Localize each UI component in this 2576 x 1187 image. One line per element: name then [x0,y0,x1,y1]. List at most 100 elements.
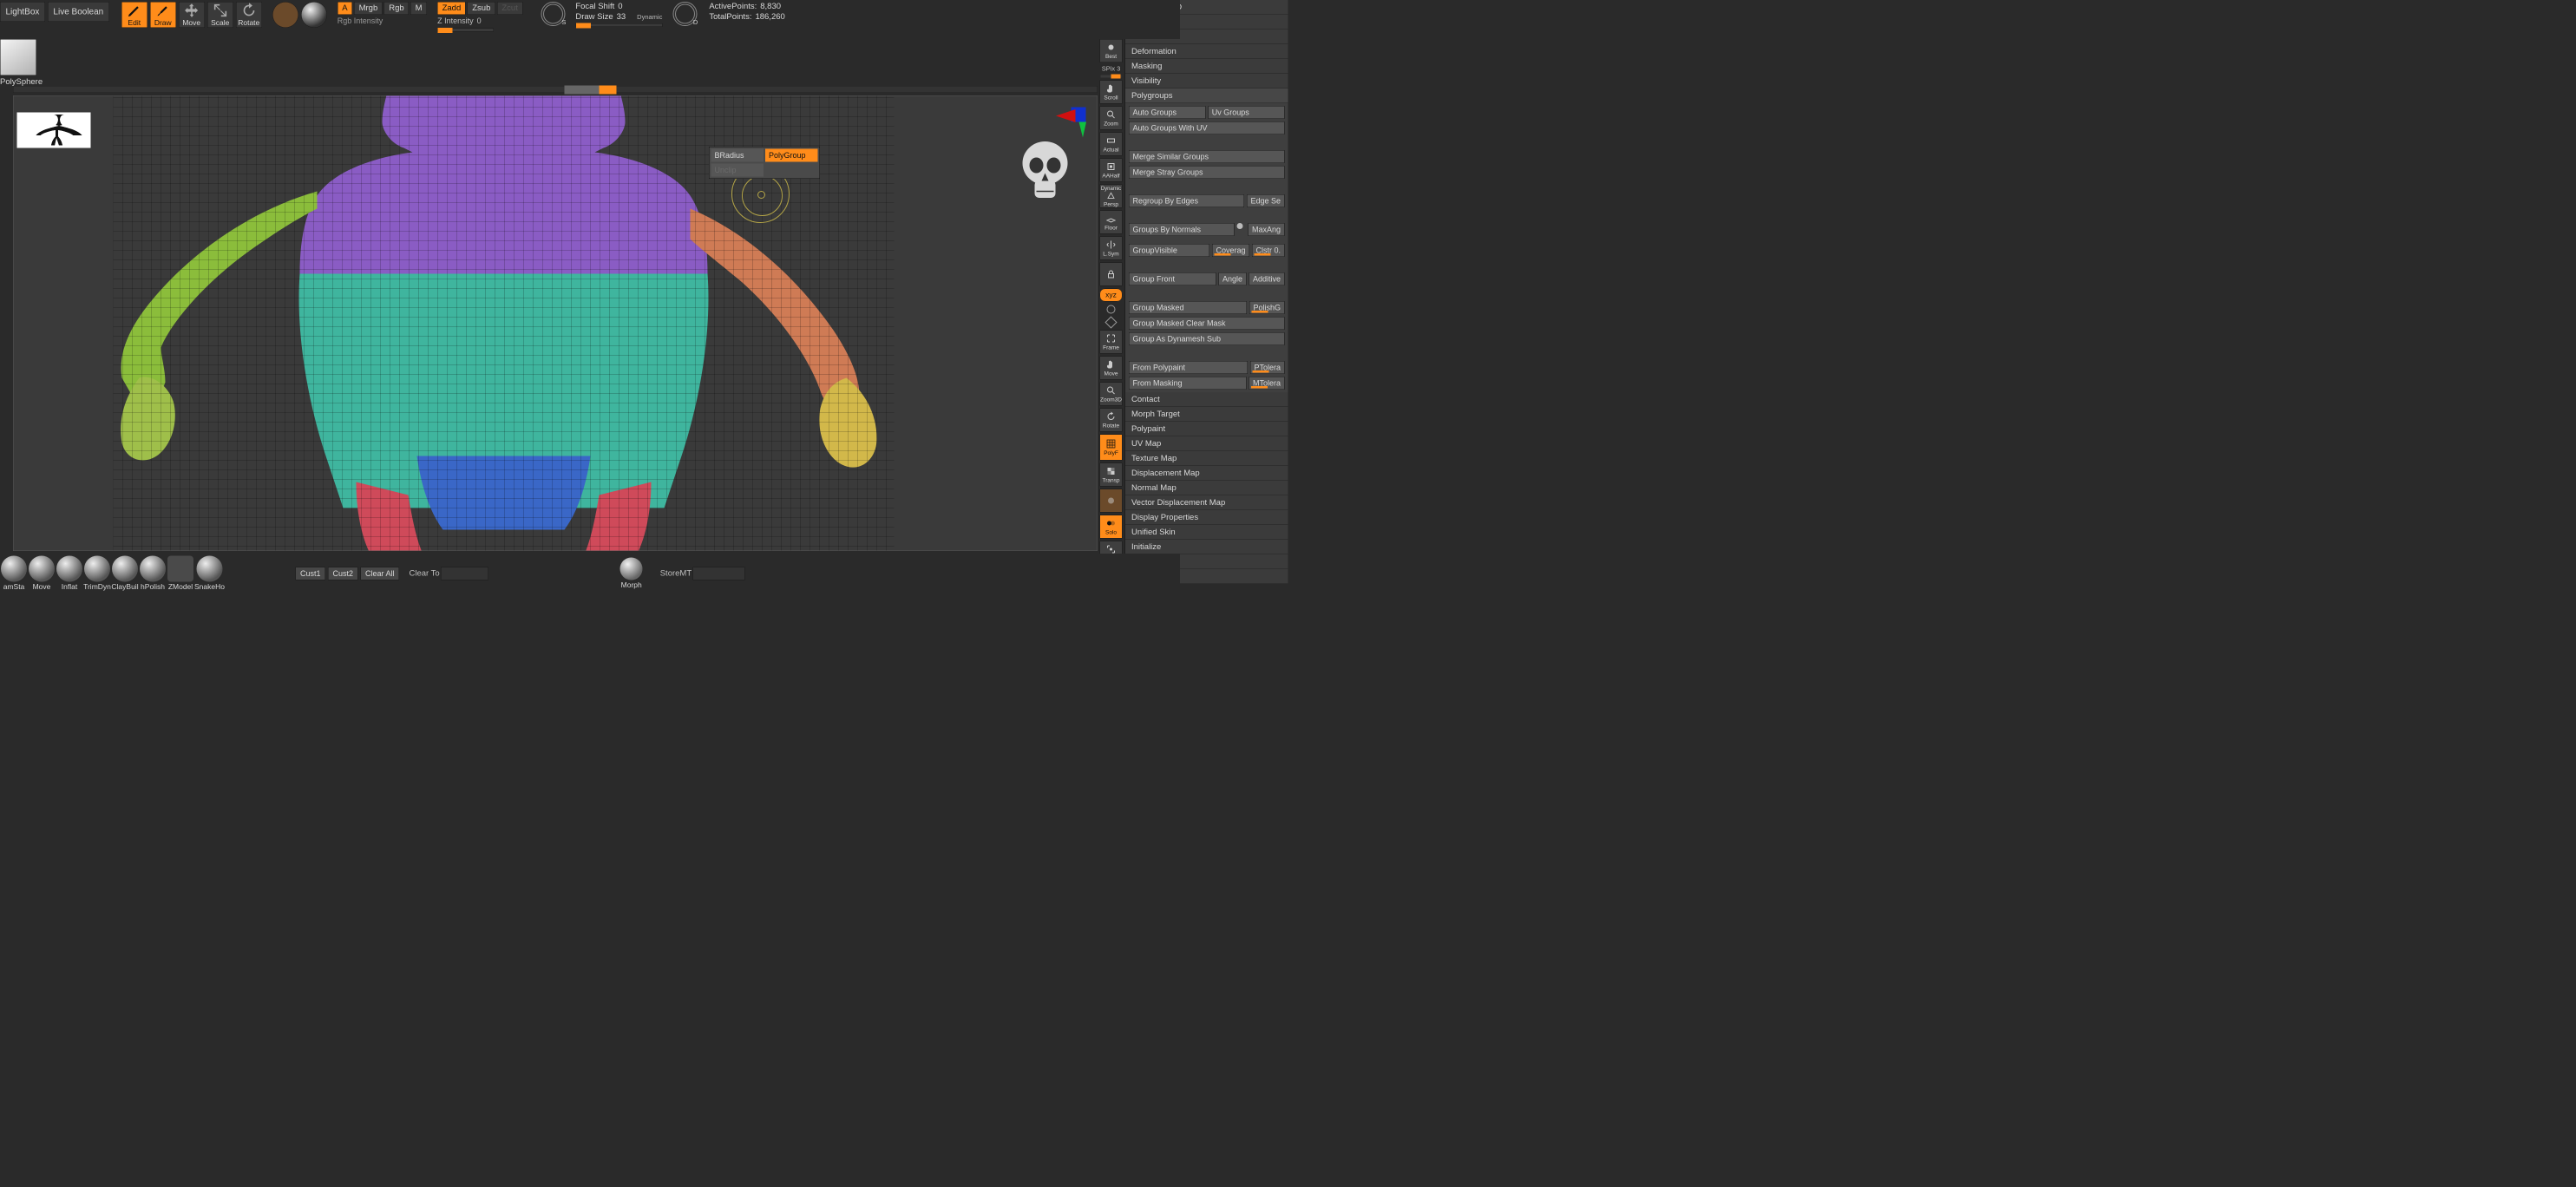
group-dynamesh-button[interactable]: Group As Dynamesh Sub [1129,332,1285,345]
edit-mode-button[interactable]: Edit [121,2,147,28]
section-deformation[interactable]: Deformation [1125,44,1288,59]
zsub-button[interactable]: Zsub [468,2,495,15]
merge-similar-button[interactable]: Merge Similar Groups [1129,150,1285,163]
reference-thumbnail[interactable] [17,113,91,148]
mtolera-slider[interactable]: MTolera [1249,377,1284,390]
morph-brush[interactable]: Morph [620,558,643,590]
scale-mode-button[interactable]: Scale [207,2,233,28]
rgb-button[interactable]: Rgb [384,2,409,15]
frame-button[interactable]: Frame [1100,331,1123,354]
auto-groups-button[interactable]: Auto Groups [1129,106,1205,119]
draw-mode-button[interactable]: Draw [150,2,176,28]
draw-size-slider[interactable] [575,23,662,27]
best-render-button[interactable]: Best [1100,39,1123,62]
lightbox-button[interactable]: LightBox [0,2,45,22]
brush-hpolish[interactable]: hPolish [139,556,167,592]
groups-by-normals-button[interactable]: Groups By Normals [1129,223,1234,236]
polyframe-button[interactable]: PolyF [1100,435,1123,461]
actual-button[interactable]: Actual [1100,133,1123,156]
store-mt-field[interactable] [693,567,745,580]
y-toggle-icon[interactable] [1107,305,1116,314]
zoom3d-button[interactable]: Zoom3D [1100,383,1123,406]
clear-to-field[interactable] [441,567,488,580]
section-contact[interactable]: Contact [1125,392,1288,407]
group-front-button[interactable]: Group Front [1129,272,1216,285]
brush-snakehook[interactable]: SnakeHo [194,556,225,592]
section-masking[interactable]: Masking [1125,59,1288,74]
section-unified-skin[interactable]: Unified Skin [1125,525,1288,540]
ptolera-slider[interactable]: PTolera [1250,361,1285,374]
section-display-props[interactable]: Display Properties [1125,510,1288,525]
cust1-button[interactable]: Cust1 [295,567,325,580]
section-normal-map[interactable]: Normal Map [1125,481,1288,495]
section-polygroups[interactable]: Polygroups [1125,89,1288,103]
document-scroll-slider[interactable] [13,86,1098,93]
normals-dot-toggle[interactable] [1236,223,1242,229]
section-displacement-map[interactable]: Displacement Map [1125,466,1288,481]
move3d-button[interactable]: Move [1100,357,1123,380]
z-intensity-slider[interactable] [437,29,494,32]
polishg-slider[interactable]: PolishG [1249,301,1285,314]
material-sphere-1[interactable] [272,2,298,28]
scroll-button[interactable]: Scroll [1100,81,1123,104]
mrgb-button[interactable]: Mrgb [354,2,383,15]
additive-toggle[interactable]: Additive [1249,272,1284,285]
brush-zmodeler[interactable]: ZModel [167,556,194,592]
cust2-button[interactable]: Cust2 [328,567,358,580]
z-toggle-icon[interactable] [1104,316,1117,328]
channel-a-button[interactable]: A [338,2,352,15]
aahalf-button[interactable]: AAHalf [1100,159,1123,182]
brush-trimdyn[interactable]: TrimDyn [83,556,111,592]
lsym-button[interactable]: L.Sym [1100,237,1123,260]
group-masked-button[interactable]: Group Masked [1129,301,1247,314]
from-polypaint-button[interactable]: From Polypaint [1129,361,1248,374]
section-texture-map[interactable]: Texture Map [1125,451,1288,466]
m-button[interactable]: M [410,2,427,15]
auto-groups-uv-button[interactable]: Auto Groups With UV [1129,121,1285,134]
rotate-mode-button[interactable]: Rotate [236,2,262,28]
coverage-slider[interactable]: Coverag [1212,244,1249,257]
stroke-size-ring[interactable]: S [541,2,565,26]
clstr-slider[interactable]: Clstr 0. [1252,244,1285,257]
section-vector-disp[interactable]: Vector Displacement Map [1125,495,1288,510]
from-masking-button[interactable]: From Masking [1129,377,1246,390]
max-angle-slider[interactable]: MaxAng [1248,223,1284,236]
brush-inflate[interactable]: Inflat [56,556,83,592]
section-initialize[interactable]: Initialize [1125,540,1288,554]
skull-nav-icon[interactable] [1019,140,1072,205]
tool-swatch[interactable]: PolySphere [0,39,39,87]
move-mode-button[interactable]: Move [179,2,205,28]
unclip-button[interactable]: Unclip [711,164,764,177]
brush-move[interactable]: Move [28,556,56,592]
merge-stray-button[interactable]: Merge Stray Groups [1129,166,1285,179]
live-boolean-button[interactable]: Live Boolean [48,2,109,22]
floor-button[interactable]: Floor [1100,211,1123,234]
section-visibility[interactable]: Visibility [1125,74,1288,89]
ghost-button[interactable] [1100,489,1123,513]
section-morph-target[interactable]: Morph Target [1125,407,1288,422]
transp-button[interactable]: Transp [1100,463,1123,487]
material-sphere-2[interactable] [301,2,327,28]
persp-button[interactable]: DynamicPersp [1100,185,1123,208]
viewport[interactable] [13,95,1098,551]
section-polypaint[interactable]: Polypaint [1125,422,1288,436]
brush-claybuild[interactable]: ClayBuil [111,556,139,592]
solo-button[interactable]: Solo [1100,515,1123,539]
group-visible-button[interactable]: GroupVisible [1129,244,1209,257]
zcut-button[interactable]: Zcut [497,2,522,15]
lock-button[interactable] [1100,263,1123,286]
dynamic-ring[interactable]: D [672,2,697,26]
angle-slider[interactable]: Angle [1218,272,1246,285]
group-masked-clear-button[interactable]: Group Masked Clear Mask [1129,317,1285,330]
regroup-edges-button[interactable]: Regroup By Edges [1129,194,1244,207]
xyz-badge[interactable]: xyz [1100,289,1123,302]
edge-sel-slider[interactable]: Edge Se [1247,194,1285,207]
section-uv-map[interactable]: UV Map [1125,436,1288,451]
spix-slider[interactable] [1101,75,1122,78]
zoom-button[interactable]: Zoom [1100,107,1123,130]
rotate3d-button[interactable]: Rotate [1100,409,1123,432]
brush-amsta[interactable]: amSta [0,556,28,592]
uv-groups-button[interactable]: Uv Groups [1208,106,1284,119]
bradius-button[interactable]: BRadius [711,149,764,162]
zadd-button[interactable]: Zadd [437,2,466,15]
